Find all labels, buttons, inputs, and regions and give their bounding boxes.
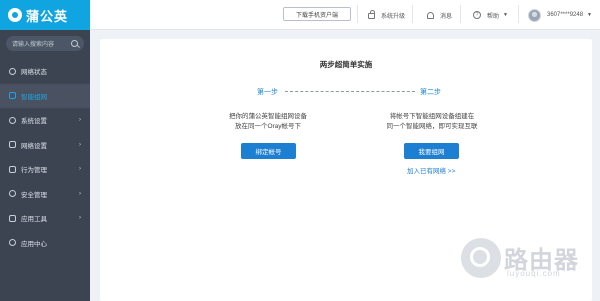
sidebar-item-label: 安全管理 [21, 191, 47, 199]
dandelion-logo-icon [8, 8, 22, 22]
chevron-right-icon: › [79, 215, 81, 222]
chevron-right-icon: › [79, 117, 81, 124]
gear-icon [9, 116, 16, 124]
bind-account-button[interactable]: 绑定帐号 [241, 143, 296, 159]
toolbox-icon [9, 214, 16, 222]
step-one-label: 第一步 [257, 89, 278, 96]
bell-icon [427, 11, 434, 19]
sidebar-item-app-tools[interactable]: 应用工具 › [0, 206, 90, 231]
sidebar-item-label: 网络状态 [21, 69, 47, 77]
sidebar-item-app-center[interactable]: 应用中心 [0, 231, 90, 256]
sidebar: 蒲公英 请输入搜索内容 网络状态 智能组网 系统设置 › 网络设置 › 行为管理… [0, 0, 90, 301]
messages-label: 消息 [440, 13, 453, 20]
app-logo[interactable]: 蒲公英 [0, 0, 90, 30]
network-status-icon [9, 67, 16, 75]
account-menu-button[interactable]: 3607****9248 ▼ [528, 0, 592, 30]
step-one-description: 把你的蒲公英智能组网设备 放在同一个Oray帐号下 [198, 112, 338, 132]
messages-button[interactable]: 消息 [427, 0, 452, 30]
search-placeholder: 请输入搜索内容 [12, 42, 55, 48]
sidebar-item-label: 行为管理 [21, 167, 47, 175]
watermark: 路由器 luyouqi.com [455, 238, 600, 301]
system-upgrade-button[interactable]: 系统升级 [368, 0, 405, 30]
help-icon: ? [473, 11, 481, 19]
sidebar-item-label: 系统设置 [21, 118, 47, 126]
system-upgrade-label: 系统升级 [381, 13, 406, 20]
behavior-management-icon [9, 165, 16, 173]
sidebar-item-security-management[interactable]: 安全管理 › [0, 182, 90, 207]
header-divider [357, 5, 358, 23]
chevron-down-icon: ▼ [503, 12, 508, 18]
sidebar-item-network-settings[interactable]: 网络设置 › [0, 133, 90, 158]
shield-icon [9, 190, 16, 198]
sidebar-item-smart-network[interactable]: 智能组网 [0, 83, 90, 108]
header-divider [412, 5, 413, 23]
download-client-button[interactable]: 下载手机资户端 [283, 7, 351, 21]
avatar [528, 8, 541, 22]
join-existing-network-link[interactable]: 加入已有网络 >> [407, 165, 455, 175]
watermark-url: luyouqi.com [507, 269, 561, 278]
chevron-down-icon: ▼ [587, 12, 592, 18]
app-name: 蒲公英 [26, 8, 69, 24]
step-two-label: 第二步 [420, 89, 441, 96]
header-divider [460, 5, 461, 23]
sidebar-item-label: 应用中心 [21, 240, 47, 248]
sidebar-item-system-settings[interactable]: 系统设置 › [0, 108, 90, 133]
top-header: 下载手机资户端 系统升级 消息 ? 帮助 ▼ 3607****9248 ▼ [90, 0, 600, 30]
header-divider [518, 5, 519, 23]
account-label: 3607****9248 [547, 12, 584, 18]
create-network-button[interactable]: 我要组网 [404, 143, 459, 159]
help-menu-button[interactable]: ? 帮助 ▼ [473, 0, 508, 30]
chevron-right-icon: › [79, 166, 81, 173]
watermark-logo-icon [461, 238, 501, 278]
step-one-line-2: 放在同一个Oray帐号下 [234, 123, 302, 130]
step-two-line-2: 同一个智能网络，即可实现互联 [386, 123, 478, 130]
smart-network-icon [9, 92, 16, 100]
lock-icon [368, 10, 375, 19]
search-input[interactable]: 请输入搜索内容 [6, 36, 84, 51]
search-icon[interactable] [71, 40, 78, 47]
network-settings-icon [9, 141, 16, 149]
chevron-right-icon: › [79, 190, 81, 197]
sidebar-item-label: 应用工具 [21, 216, 47, 224]
step-two-description: 将帐号下智能组网设备组建在 同一个智能网络，即可实现互联 [362, 112, 502, 132]
sidebar-item-behavior-management[interactable]: 行为管理 › [0, 157, 90, 182]
step-connector-divider [285, 91, 415, 92]
help-label: 帮助 [487, 13, 500, 20]
step-two-line-1: 将帐号下智能组网设备组建在 [389, 113, 475, 120]
sidebar-item-network-status[interactable]: 网络状态 [0, 59, 90, 84]
step-one-line-1: 把你的蒲公英智能组网设备 [229, 113, 307, 120]
chevron-right-icon: › [79, 141, 81, 148]
app-center-icon [9, 239, 16, 247]
sidebar-item-label: 智能组网 [21, 93, 47, 101]
sidebar-item-label: 网络设置 [21, 142, 47, 150]
page-title: 两步超简单实施 [319, 60, 373, 69]
